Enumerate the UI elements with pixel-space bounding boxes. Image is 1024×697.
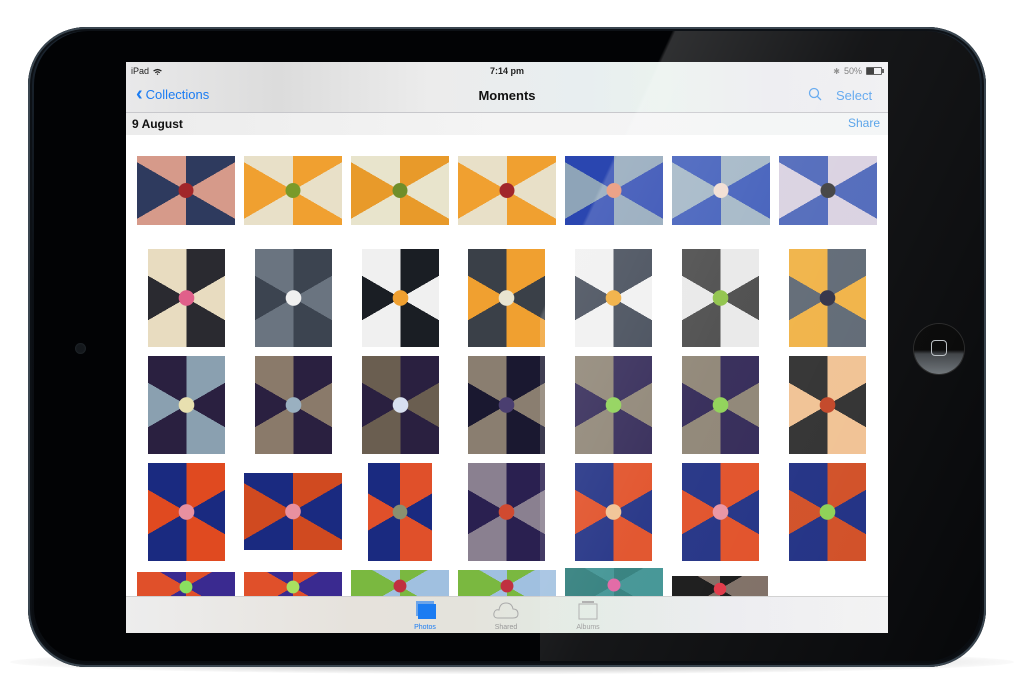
- photo-thumbnail-kaleidoscope-25[interactable]: [468, 463, 545, 561]
- photo-thumbnail-kaleidoscope-3[interactable]: [351, 156, 449, 225]
- moment-date: 9 August: [132, 117, 183, 131]
- photo-thumbnail-kaleidoscope-8[interactable]: [148, 249, 225, 347]
- photo-thumbnail-kaleidoscope-22[interactable]: [148, 463, 225, 561]
- status-bar: iPad 7:14 pm ✱ 50%: [126, 62, 888, 80]
- tab-label: Photos: [414, 624, 436, 631]
- photo-thumbnail-kaleidoscope-26[interactable]: [575, 463, 652, 561]
- front-camera: [75, 343, 86, 354]
- photo-thumbnail-kaleidoscope-10[interactable]: [362, 249, 439, 347]
- photo-thumbnail-kaleidoscope-2[interactable]: [244, 156, 342, 225]
- select-button[interactable]: Select: [836, 88, 872, 103]
- photo-thumbnail-kaleidoscope-19[interactable]: [575, 356, 652, 454]
- navigation-bar: iPad 7:14 pm ✱ 50% ‹ Collections Moments…: [126, 62, 888, 113]
- photo-thumbnail-kaleidoscope-6[interactable]: [672, 156, 770, 225]
- photo-thumbnail-kaleidoscope-27[interactable]: [682, 463, 759, 561]
- photo-thumbnail-kaleidoscope-28[interactable]: [789, 463, 866, 561]
- photo-thumbnail-kaleidoscope-14[interactable]: [789, 249, 866, 347]
- home-square-icon: [931, 340, 947, 356]
- photo-thumbnail-kaleidoscope-23[interactable]: [244, 473, 342, 550]
- photo-thumbnail-kaleidoscope-20[interactable]: [682, 356, 759, 454]
- moment-header: 9 August Share: [126, 113, 888, 135]
- share-button[interactable]: Share: [848, 116, 880, 130]
- tab-label: Shared: [494, 624, 518, 631]
- page-title: Moments: [478, 88, 536, 103]
- photo-thumbnail-kaleidoscope-9[interactable]: [255, 249, 332, 347]
- photo-thumbnail-kaleidoscope-24[interactable]: [368, 463, 432, 561]
- cloud-icon: [493, 602, 519, 619]
- battery-fill: [867, 68, 874, 74]
- battery-icon: [866, 67, 884, 75]
- photos-icon: [416, 601, 436, 619]
- photo-thumbnail-kaleidoscope-18[interactable]: [468, 356, 545, 454]
- clock: 7:14 pm: [489, 66, 524, 76]
- photo-thumbnail-kaleidoscope-1[interactable]: [137, 156, 235, 225]
- home-button[interactable]: [914, 324, 964, 374]
- photo-thumbnail-kaleidoscope-12[interactable]: [575, 249, 652, 347]
- tab-albums[interactable]: Albums: [563, 600, 613, 631]
- bluetooth-icon: ✱: [833, 66, 840, 76]
- tab-label: Albums: [576, 624, 600, 631]
- search-icon[interactable]: [808, 87, 822, 101]
- battery-percent: 50%: [843, 66, 862, 76]
- photos-app-screen: iPad 7:14 pm ✱ 50% ‹ Collections Moments…: [126, 62, 888, 633]
- photo-thumbnail-kaleidoscope-15[interactable]: [148, 356, 225, 454]
- photo-thumbnail-kaleidoscope-4[interactable]: [458, 156, 556, 225]
- photo-thumbnail-kaleidoscope-21[interactable]: [789, 356, 866, 454]
- albums-icon: [578, 601, 598, 620]
- photo-thumbnail-kaleidoscope-11[interactable]: [468, 249, 545, 347]
- tab-photos[interactable]: Photos: [400, 600, 450, 631]
- photo-thumbnail-kaleidoscope-13[interactable]: [682, 249, 759, 347]
- tab-bar: Photos Shared Albums: [126, 596, 888, 633]
- photo-thumbnail-kaleidoscope-16[interactable]: [255, 356, 332, 454]
- tab-shared[interactable]: Shared: [481, 600, 531, 631]
- photo-thumbnail-kaleidoscope-7[interactable]: [779, 156, 877, 225]
- photo-thumbnail-kaleidoscope-17[interactable]: [362, 356, 439, 454]
- photo-thumbnail-kaleidoscope-5[interactable]: [565, 156, 663, 225]
